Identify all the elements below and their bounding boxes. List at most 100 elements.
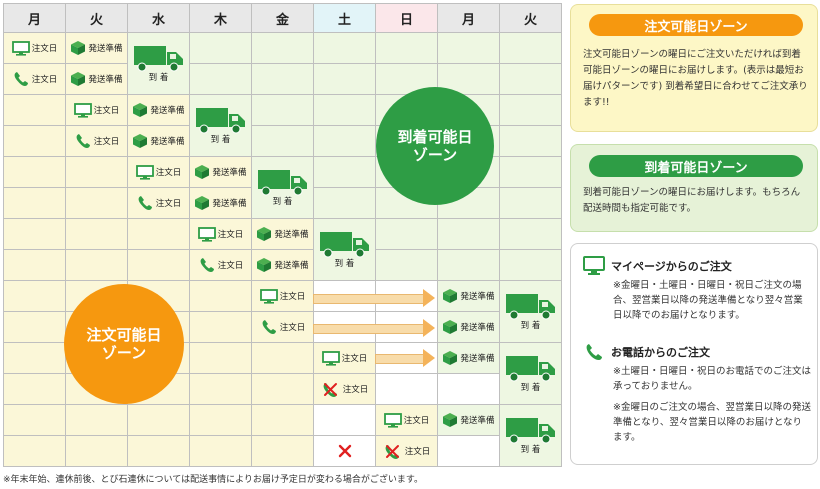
- order-zone-title: 注文可能日ゾーン: [589, 14, 803, 36]
- monitor-icon: [383, 412, 402, 428]
- schedule-grid: 月 火 水 木 金 土 日 月 火 注文日 発送準備到 着注文日 発送準備 注文日 発送…: [3, 3, 562, 467]
- box-icon: [256, 226, 272, 242]
- grid-cell: 発送準備: [65, 32, 128, 64]
- phone-order-text-2: ※金曜日のご注文の場合、翌営業日以降の発送準備となり、翌々営業日以降のお届けとな…: [613, 402, 811, 443]
- table-row: 注文日 発送準備: [3, 63, 562, 95]
- prep-label: 発送準備: [88, 75, 123, 85]
- grid-cell: [251, 404, 314, 436]
- grid-cell: 発送準備: [437, 311, 500, 343]
- grid-cell: [3, 94, 66, 126]
- grid-cell: [189, 404, 252, 436]
- phone-order-title: お電話からのご注文: [611, 346, 710, 359]
- grid-cell: [3, 342, 66, 374]
- order-day-label: 注文日: [31, 44, 58, 54]
- grid-cell: 到 着: [499, 342, 562, 405]
- arrival-label: 到 着: [210, 135, 231, 146]
- order-zone-line2: ゾーン: [101, 344, 147, 362]
- box-icon: [70, 71, 86, 87]
- monitor-icon: [583, 256, 605, 276]
- table-row: 注文日 発送準備到 着: [3, 404, 562, 467]
- grid-cell: [65, 187, 128, 219]
- day-header: 金: [251, 3, 314, 33]
- prep-label: 発送準備: [460, 354, 495, 364]
- cross-icon: [338, 444, 352, 458]
- phone-cross-icon: [321, 380, 341, 398]
- grid-cell: [313, 156, 376, 188]
- order-zone-line1: 注文可能日: [86, 326, 162, 344]
- arrow-icon: [313, 289, 435, 307]
- day-header: 日: [375, 3, 438, 33]
- grid-cell: [3, 125, 66, 157]
- grid-cell: [3, 156, 66, 188]
- grid-cell: 発送準備: [127, 94, 190, 126]
- order-zone-badge: 注文可能日 ゾーン: [64, 284, 184, 404]
- grid-cell: 注文日: [65, 94, 128, 126]
- prep-label: 発送準備: [460, 416, 495, 426]
- grid-cell: [499, 187, 562, 219]
- grid-cell: 到 着: [127, 32, 190, 95]
- grid-cell: [127, 218, 190, 250]
- grid-cell: [127, 404, 190, 436]
- grid-cell: [313, 187, 376, 219]
- box-icon: [256, 257, 272, 273]
- order-zone-panel: 注文可能日ゾーン 注文可能日ゾーンの曜日にご注文いただければ到着可能日ゾーンの曜…: [570, 4, 818, 132]
- grid-cell: [189, 32, 252, 64]
- order-day-label: 注文日: [155, 168, 182, 178]
- order-day-label: 注文日: [279, 292, 306, 302]
- order-zone-text: 注文可能日ゾーンの曜日にご注文いただければ到着可能日ゾーンの曜日にお届けします。…: [583, 49, 808, 108]
- grid-cell: [65, 404, 128, 436]
- mypage-order-title: マイページからのご注文: [611, 260, 732, 273]
- grid-cell: 注文日: [251, 311, 314, 343]
- grid-cell: [65, 435, 128, 467]
- grid-cell: [3, 249, 66, 281]
- monitor-icon: [321, 350, 340, 366]
- grid-cell: [499, 156, 562, 188]
- grid-cell: 発送準備: [189, 156, 252, 188]
- grid-cell: [189, 280, 252, 312]
- grid-cell: 到 着: [499, 404, 562, 467]
- grid-cell: 到 着: [499, 280, 562, 343]
- grid-cell: [251, 125, 314, 157]
- schedule-body: 注文日 発送準備到 着注文日 発送準備 注文日 発送準備到 着注文日 発送準備 注文日 発送準…: [3, 32, 562, 467]
- grid-cell: 到 着: [189, 94, 252, 157]
- arrival-label: 到 着: [520, 445, 541, 456]
- prep-label: 発送準備: [460, 323, 495, 333]
- prep-label: 発送準備: [212, 199, 247, 209]
- grid-cell: 注文日: [65, 125, 128, 157]
- prep-label: 発送準備: [150, 106, 185, 116]
- order-method-panel: マイページからのご注文 ※金曜日・土曜日・日曜日・祝日ご注文の場合、翌営業日以降…: [570, 243, 818, 465]
- grid-cell: 注文日: [3, 63, 66, 95]
- box-icon: [442, 350, 458, 366]
- arrival-zone-panel: 到着可能日ゾーン 到着可能日ゾーンの曜日にお届けします。もちろん配送時間も指定可…: [570, 144, 818, 232]
- day-header: 木: [189, 3, 252, 33]
- day-header: 火: [499, 3, 562, 33]
- grid-cell: 注文日: [375, 435, 438, 467]
- grid-cell: [3, 373, 66, 405]
- phone-icon: [198, 257, 216, 273]
- grid-cell: [437, 32, 500, 64]
- table-row: 注文日 発送準備到 着: [3, 32, 562, 95]
- box-icon: [442, 412, 458, 428]
- grid-cell: 注文日: [313, 373, 376, 405]
- order-day-label: 注文日: [342, 385, 369, 395]
- phone-icon: [12, 71, 30, 87]
- grid-cell: [251, 435, 314, 467]
- truck-icon: [505, 416, 557, 446]
- grid-cell: [375, 218, 438, 250]
- grid-cell: 発送準備: [437, 280, 500, 312]
- grid-cell: [3, 404, 66, 436]
- order-day-label: 注文日: [93, 137, 120, 147]
- order-day-label: 注文日: [341, 354, 368, 364]
- grid-cell: [251, 32, 314, 64]
- grid-cell: [251, 94, 314, 126]
- order-day-label: 注文日: [31, 75, 58, 85]
- grid-cell: [499, 32, 562, 64]
- grid-cell: [437, 373, 500, 405]
- arrival-zone-badge: 到着可能日 ゾーン: [376, 87, 494, 205]
- arrival-label: 到 着: [334, 259, 355, 270]
- arrow-icon: [313, 319, 435, 337]
- box-icon: [194, 164, 210, 180]
- arrival-label: 到 着: [520, 383, 541, 394]
- prep-label: 発送準備: [460, 292, 495, 302]
- arrival-label: 到 着: [272, 197, 293, 208]
